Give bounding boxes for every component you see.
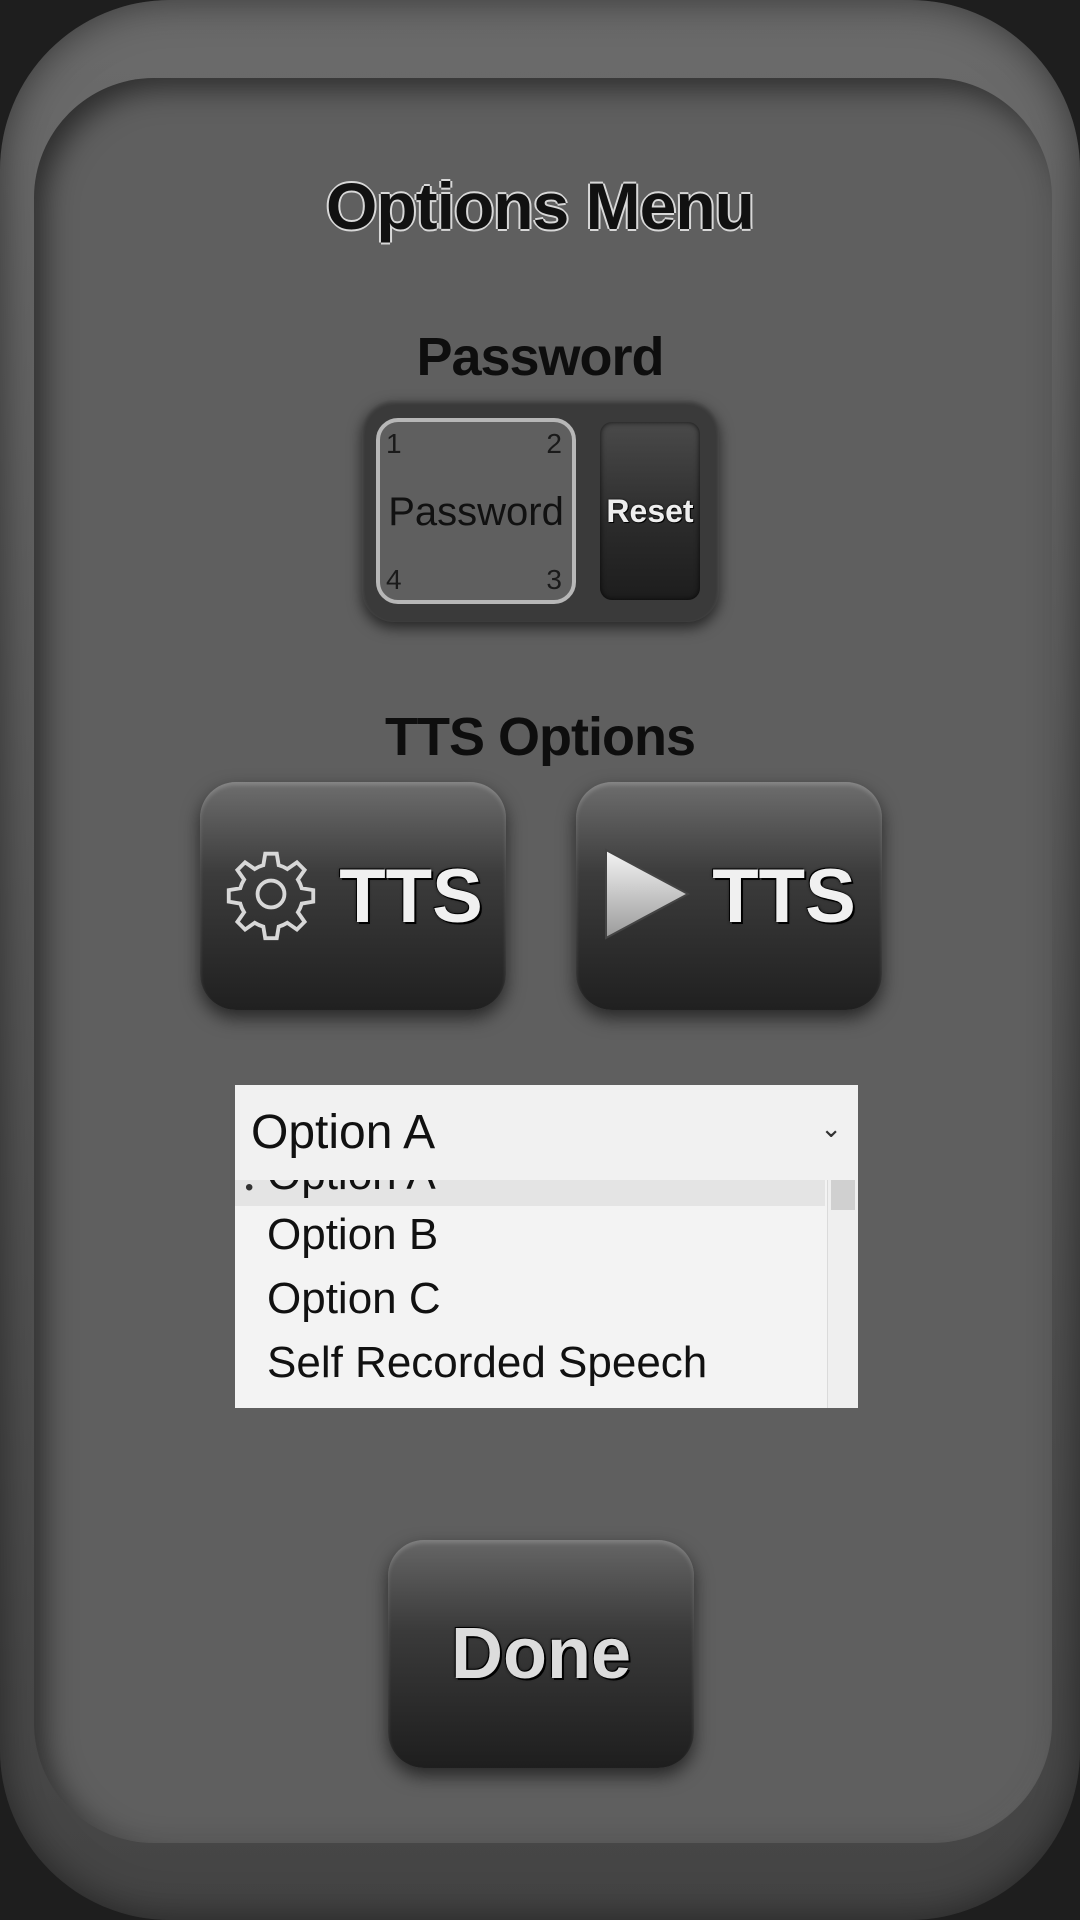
tts-play-button[interactable]: TTS <box>576 782 882 1010</box>
tts-play-label: TTS <box>712 853 856 939</box>
chevron-down-icon: ⌄ <box>820 1113 842 1143</box>
tts-settings-button[interactable]: TTS <box>200 782 506 1010</box>
check-icon: • <box>245 1180 254 1201</box>
password-field-label: Password <box>388 490 564 534</box>
play-icon <box>602 846 692 947</box>
scrollbar-thumb[interactable] <box>831 1180 855 1210</box>
password-field[interactable]: 1 2 3 4 Password <box>376 418 576 604</box>
reset-button[interactable]: Reset <box>600 422 700 600</box>
password-control: 1 2 3 4 Password Reset <box>362 400 719 622</box>
password-corner-4: 4 <box>386 564 402 595</box>
voice-select-value: Option A <box>251 1106 436 1159</box>
dropdown-option-b[interactable]: Option B <box>267 1210 438 1260</box>
done-button-label: Done <box>451 1614 631 1694</box>
gear-icon <box>223 835 319 958</box>
voice-dropdown-list: • Option A Option B Option C Self Record… <box>235 1180 858 1408</box>
dropdown-option-c[interactable]: Option C <box>267 1274 441 1324</box>
password-section-label: Password <box>416 327 664 387</box>
tts-settings-label: TTS <box>339 853 483 939</box>
dropdown-scrollbar[interactable] <box>827 1180 858 1408</box>
page-title: Options Menu <box>326 169 755 243</box>
password-corner-3: 3 <box>546 564 562 595</box>
done-button[interactable]: Done <box>388 1540 694 1768</box>
password-corner-1: 1 <box>386 428 402 459</box>
tts-section-label: TTS Options <box>385 707 696 767</box>
password-corner-2: 2 <box>546 428 562 459</box>
dropdown-option-self-recorded[interactable]: Self Recorded Speech <box>267 1338 707 1388</box>
dropdown-option-a[interactable]: Option A <box>267 1180 436 1200</box>
voice-select[interactable]: Option A ⌄ <box>235 1085 858 1180</box>
